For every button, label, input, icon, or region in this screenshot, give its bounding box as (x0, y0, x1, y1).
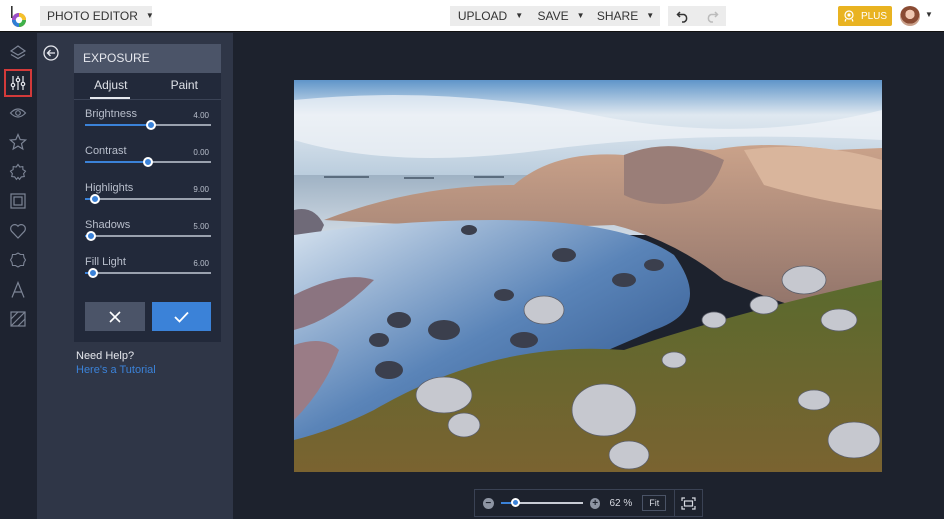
rail-item-graphics[interactable] (4, 217, 32, 245)
redo-button[interactable] (697, 6, 726, 26)
slider-value: 4.00 (193, 111, 209, 120)
photo-canvas[interactable] (294, 80, 882, 472)
share-button[interactable]: SHARE ▼ (591, 6, 660, 26)
badge-award-icon (844, 10, 854, 22)
slider-value: 6.00 (193, 259, 209, 268)
slider-brightness: Brightness 4.00 (85, 106, 211, 143)
chevron-down-icon: ▼ (576, 11, 585, 20)
top-bar: PHOTO EDITOR ▼ UPLOAD ▼ SAVE ▼ SHARE ▼ P… (0, 0, 944, 32)
panel-actions (85, 302, 211, 331)
zoom-bar: − + 62 % Fit (474, 489, 703, 517)
slider-thumb[interactable] (90, 194, 101, 204)
slider-label: Brightness (85, 108, 137, 120)
tab-paint[interactable]: Paint (148, 73, 222, 99)
star-icon (9, 133, 27, 151)
zoom-slider-thumb[interactable] (511, 498, 521, 507)
slider-track[interactable] (85, 194, 211, 204)
slider-value: 0.00 (193, 148, 209, 157)
help-section: Need Help? Here's a Tutorial (76, 350, 156, 376)
save-label: SAVE (537, 9, 569, 23)
save-button[interactable]: SAVE ▼ (531, 6, 591, 26)
panel-tabs: Adjust Paint (74, 73, 221, 100)
cancel-button[interactable] (85, 302, 145, 331)
slider-track[interactable] (85, 120, 211, 130)
zoom-in-icon[interactable]: + (589, 497, 601, 509)
editor-canvas (233, 33, 944, 519)
rail-item-layers[interactable] (4, 39, 32, 67)
slider-label: Fill Light (85, 256, 126, 268)
help-title: Need Help? (76, 350, 135, 362)
fullscreen-button[interactable] (675, 496, 702, 510)
plus-label: PLUS (860, 10, 888, 22)
slider-track[interactable] (85, 268, 211, 278)
slider-thumb[interactable] (86, 231, 97, 241)
texture-icon (10, 311, 26, 327)
rail-item-frames[interactable] (4, 187, 32, 215)
chevron-down-icon: ▼ (646, 11, 655, 20)
upload-label: UPLOAD (457, 9, 508, 23)
plus-upgrade-button[interactable]: PLUS (838, 6, 892, 26)
eye-icon (9, 108, 27, 118)
tool-rail (0, 33, 37, 519)
rail-item-favorites[interactable] (4, 128, 32, 156)
badge-icon (9, 163, 27, 181)
slider-thumb[interactable] (87, 268, 98, 278)
rail-item-shapes[interactable] (4, 246, 32, 274)
apply-button[interactable] (151, 302, 211, 331)
check-icon (174, 311, 189, 323)
slider-thumb[interactable] (145, 120, 156, 130)
slider-fill (85, 161, 148, 163)
photo-editor-label: PHOTO EDITOR (47, 9, 138, 23)
rail-item-touch-up[interactable] (4, 158, 32, 186)
chevron-down-icon[interactable]: ▼ (925, 10, 933, 19)
tab-adjust[interactable]: Adjust (74, 73, 148, 99)
frame-icon (10, 193, 26, 209)
chevron-down-icon: ▼ (145, 11, 154, 20)
chevron-down-icon: ▼ (515, 11, 524, 20)
fullscreen-icon (681, 496, 696, 510)
sliders-icon (10, 76, 26, 90)
slider-fill (85, 124, 151, 126)
app-logo-icon[interactable] (8, 5, 28, 29)
slider-label: Contrast (85, 145, 127, 157)
tutorial-link[interactable]: Here's a Tutorial (76, 364, 156, 376)
heart-icon (10, 224, 26, 239)
slider-contrast: Contrast 0.00 (85, 143, 211, 180)
redo-icon (707, 11, 719, 23)
slider-track[interactable] (85, 231, 211, 241)
back-arrow-icon[interactable] (43, 45, 59, 61)
zoom-percent: 62 % (609, 497, 633, 509)
text-icon (11, 281, 25, 298)
slider-track[interactable] (85, 157, 211, 167)
rail-item-textures[interactable] (4, 305, 32, 333)
slider-highlights: Highlights 9.00 (85, 180, 211, 217)
photo-editor-menu[interactable]: PHOTO EDITOR ▼ (40, 6, 154, 26)
rail-item-text[interactable] (4, 276, 32, 304)
panel-title: EXPOSURE (74, 44, 221, 73)
rail-item-adjust[interactable] (4, 69, 32, 97)
slider-label: Shadows (85, 219, 131, 231)
fit-button[interactable]: Fit (642, 495, 667, 511)
side-panel: EXPOSURE Adjust Paint Brightness 4.00 Co… (37, 33, 233, 519)
slider-value: 5.00 (193, 222, 209, 231)
gear-shape-icon (9, 252, 27, 268)
slider-thumb[interactable] (143, 157, 153, 167)
layers-icon (9, 45, 27, 60)
exposure-panel: EXPOSURE Adjust Paint Brightness 4.00 Co… (74, 44, 221, 342)
upload-button[interactable]: UPLOAD ▼ (450, 6, 531, 26)
undo-icon (675, 11, 687, 23)
slider-shadows: Shadows 5.00 (85, 217, 211, 254)
share-label: SHARE (596, 9, 639, 23)
undo-button[interactable] (668, 6, 697, 26)
zoom-slider[interactable] (500, 498, 583, 507)
slider-label: Highlights (85, 182, 134, 194)
slider-value: 9.00 (193, 185, 209, 194)
rail-item-effects[interactable] (4, 99, 32, 127)
close-icon (109, 310, 121, 323)
zoom-out-icon[interactable]: − (483, 497, 494, 509)
slider-fill-light: Fill Light 6.00 (85, 254, 211, 291)
user-avatar[interactable] (900, 6, 920, 26)
